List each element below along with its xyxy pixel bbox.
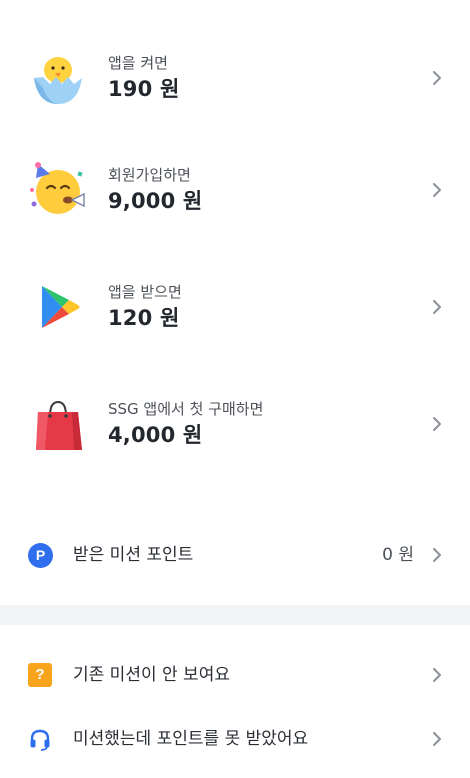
- help-label: 기존 미션이 안 보여요: [73, 665, 230, 685]
- help-label: 미션했는데 포인트를 못 받았어요: [73, 729, 309, 749]
- chevron-right-icon: [433, 417, 441, 431]
- chevron-right-icon: [433, 183, 441, 197]
- shopping-bag-icon: [36, 400, 82, 450]
- reward-caption: 앱을 받으면: [108, 283, 182, 301]
- reward-caption: 앱을 켜면: [108, 54, 168, 72]
- reward-amount: 9,000 원: [108, 189, 203, 213]
- help-row-missing-missions[interactable]: ? 기존 미션이 안 보여요: [0, 650, 470, 700]
- party-face-icon: [30, 162, 85, 214]
- reward-item-first-purchase[interactable]: SSG 앱에서 첫 구매하면 4,000 원: [0, 374, 470, 474]
- reward-amount: 120 원: [108, 306, 180, 330]
- chevron-right-icon: [433, 71, 441, 85]
- chevron-right-icon: [433, 668, 441, 682]
- mission-points-value: 0 원: [382, 545, 414, 565]
- play-store-icon: [42, 286, 80, 328]
- chevron-right-icon: [433, 732, 441, 746]
- reward-amount: 4,000 원: [108, 423, 203, 447]
- mission-points-label: 받은 미션 포인트: [73, 545, 194, 565]
- reward-item-download[interactable]: 앱을 받으면 120 원: [0, 257, 470, 357]
- reward-caption: SSG 앱에서 첫 구매하면: [108, 400, 264, 418]
- hatching-chick-icon: [34, 57, 82, 104]
- chevron-right-icon: [433, 548, 441, 562]
- chevron-right-icon: [433, 300, 441, 314]
- headset-icon: [30, 729, 50, 751]
- reward-amount: 190 원: [108, 77, 180, 101]
- reward-item-app-open[interactable]: 앱을 켜면 190 원: [0, 28, 470, 128]
- mission-points-row[interactable]: P 받은 미션 포인트 0 원: [0, 530, 470, 580]
- reward-caption: 회원가입하면: [108, 166, 191, 184]
- point-badge-icon: P: [28, 543, 53, 568]
- section-divider: [0, 605, 470, 625]
- reward-item-signup[interactable]: 회원가입하면 9,000 원: [0, 140, 470, 240]
- question-icon: ?: [28, 663, 52, 687]
- help-row-points-not-received[interactable]: 미션했는데 포인트를 못 받았어요: [0, 714, 470, 764]
